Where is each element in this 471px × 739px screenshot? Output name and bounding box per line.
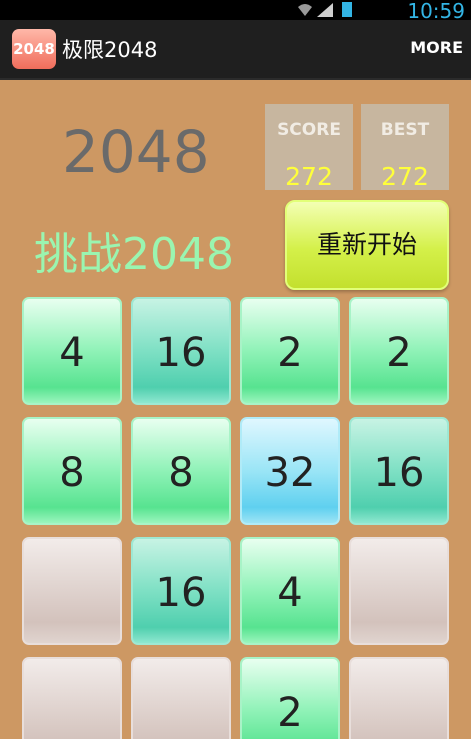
wifi-icon [298, 4, 312, 16]
game-area: 2048 SCORE 272 BEST 272 挑战2048 重新开始 4 16 2… [0, 80, 471, 739]
tile-8: 8 [131, 417, 231, 525]
app-title: 极限2048 [62, 38, 158, 62]
tile-empty [22, 537, 122, 645]
tile-16: 16 [349, 417, 449, 525]
more-button[interactable]: MORE [410, 38, 463, 57]
tile-empty [22, 657, 122, 739]
tile-16: 16 [131, 297, 231, 405]
tile-16: 16 [131, 537, 231, 645]
tile-8: 8 [22, 417, 122, 525]
status-bar: 10:59 [0, 0, 471, 23]
app-icon[interactable]: 2048 [12, 29, 56, 69]
tile-empty [131, 657, 231, 739]
tile-2: 2 [349, 297, 449, 405]
game-board[interactable]: 4 16 2 2 8 8 32 16 16 4 2 [0, 80, 471, 739]
status-icons [298, 2, 352, 17]
tile-2: 2 [240, 657, 340, 739]
battery-icon [342, 2, 352, 17]
app-bar: 2048 极限2048 MORE [0, 20, 471, 80]
tile-4: 4 [22, 297, 122, 405]
tile-empty [349, 537, 449, 645]
signal-icon [317, 3, 333, 17]
tile-2: 2 [240, 297, 340, 405]
tile-empty [349, 657, 449, 739]
tile-32: 32 [240, 417, 340, 525]
tile-4: 4 [240, 537, 340, 645]
